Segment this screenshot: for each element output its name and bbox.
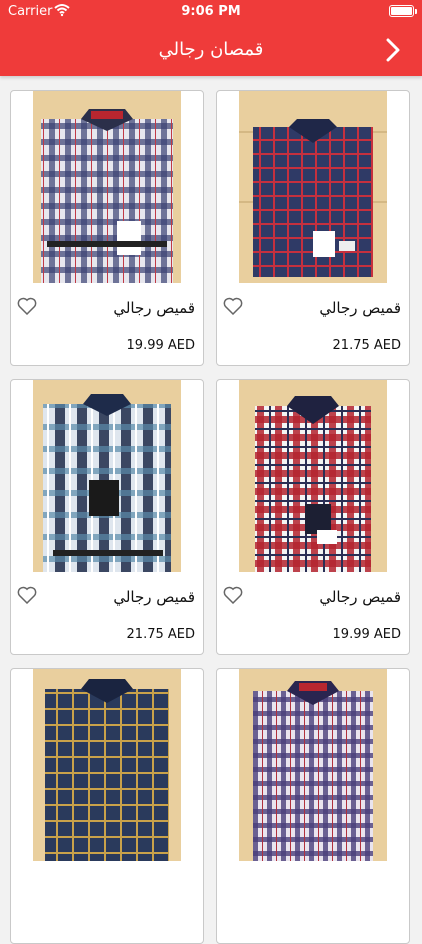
heart-icon[interactable] bbox=[223, 297, 243, 315]
product-image bbox=[33, 91, 181, 283]
product-price: 19.99 AED bbox=[126, 338, 195, 353]
product-card[interactable]: قميص رجالي 21.75 AED bbox=[10, 379, 204, 655]
product-card[interactable] bbox=[10, 668, 204, 944]
product-image bbox=[239, 669, 387, 861]
heart-icon[interactable] bbox=[223, 586, 243, 604]
product-image bbox=[33, 380, 181, 572]
product-card[interactable]: قميص رجالي 19.99 AED bbox=[216, 379, 410, 655]
product-image bbox=[33, 669, 181, 861]
product-name: قميص رجالي bbox=[319, 588, 401, 606]
product-image bbox=[239, 380, 387, 572]
status-bar: Carrier 9:06 PM bbox=[0, 0, 422, 24]
product-image bbox=[239, 91, 387, 283]
battery-icon bbox=[389, 5, 417, 17]
product-card[interactable] bbox=[216, 668, 410, 944]
product-card[interactable]: قميص رجالي 21.75 AED bbox=[216, 90, 410, 366]
status-time: 9:06 PM bbox=[181, 4, 241, 19]
product-price: 21.75 AED bbox=[332, 338, 401, 353]
page-title: قمصان رجالي bbox=[158, 39, 264, 60]
product-name: قميص رجالي bbox=[113, 299, 195, 317]
heart-icon[interactable] bbox=[17, 586, 37, 604]
app-header: Carrier 9:06 PM قمصان رجالي bbox=[0, 0, 422, 76]
heart-icon[interactable] bbox=[17, 297, 37, 315]
product-name: قميص رجالي bbox=[319, 299, 401, 317]
product-price: 19.99 AED bbox=[332, 627, 401, 642]
product-price: 21.75 AED bbox=[126, 627, 195, 642]
chevron-right-icon[interactable] bbox=[384, 38, 402, 62]
product-name: قميص رجالي bbox=[113, 588, 195, 606]
product-card[interactable]: قميص رجالي 19.99 AED bbox=[10, 90, 204, 366]
